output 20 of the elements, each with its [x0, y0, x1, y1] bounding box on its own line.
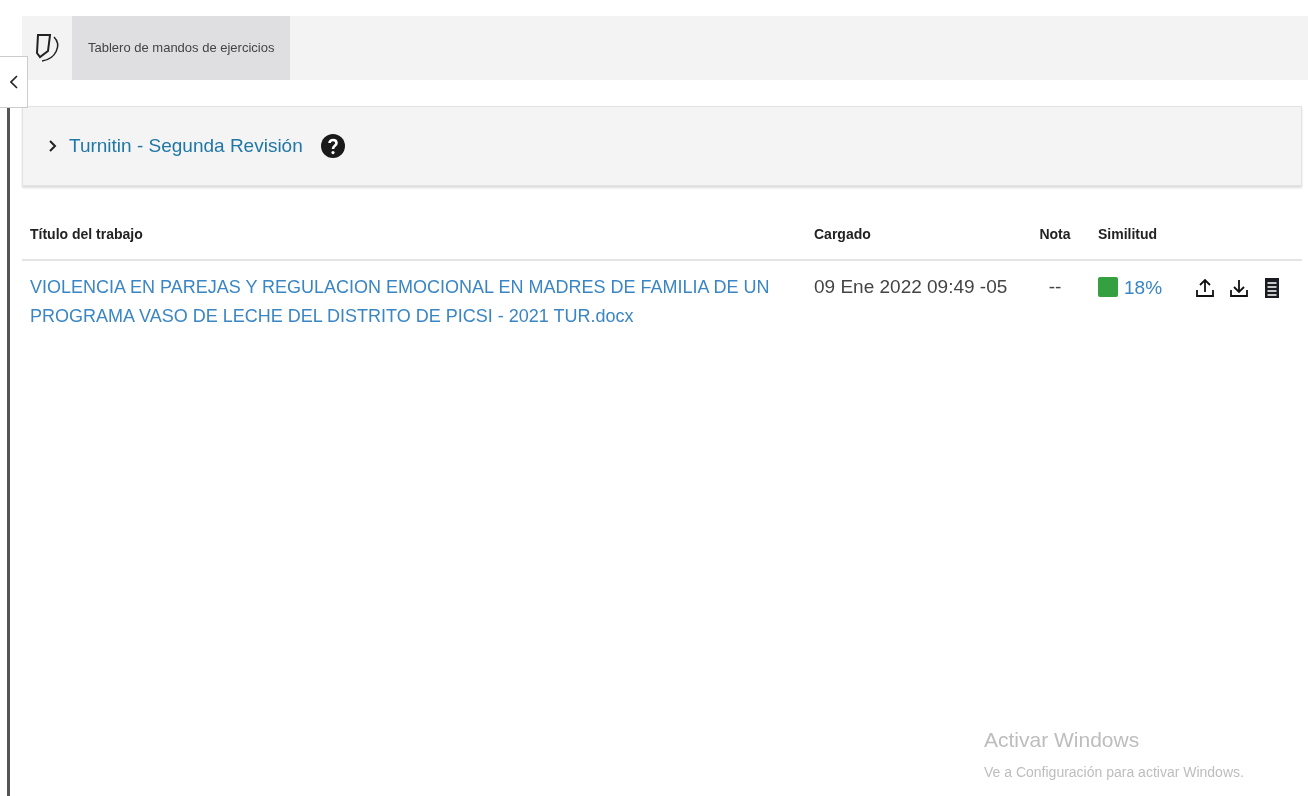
column-header: Cargado — [814, 226, 871, 242]
activation-message: Ve a Configuración para activar Windows. — [984, 762, 1244, 782]
upload-date: 09 Ene 2022 09:49 -05 — [814, 276, 1008, 297]
collapse-button[interactable] — [0, 56, 28, 108]
assignment-link[interactable]: Turnitin - Segunda Revisión — [69, 131, 303, 161]
chevron-left-icon — [9, 75, 18, 89]
nav-tab[interactable]: Tablero de mandos de ejercicios — [72, 16, 291, 80]
column-header: Nota — [1039, 226, 1071, 242]
grade-value: -- — [1048, 276, 1062, 297]
document-icon — [1264, 277, 1280, 299]
column-header: Título del trabajo — [30, 226, 143, 242]
chevron-right-icon[interactable] — [47, 140, 59, 152]
activation-title: Activar Windows — [984, 727, 1140, 753]
download-icon — [1230, 278, 1248, 298]
help-icon[interactable] — [320, 134, 345, 159]
upload-icon — [1196, 278, 1214, 298]
similarity-icon — [1098, 277, 1118, 297]
document-link[interactable]: VIOLENCIA EN PAREJAS Y REGULACION EMOCIONAL EN MADRES DE FAMILIA DE UN PROGRAMA VASO DE LECHE DEL DISTRITO DE PICSI - 2021 TUR.docx — [30, 273, 798, 331]
column-header: Similitud — [1098, 226, 1158, 242]
similarity-link[interactable]: 18% — [1124, 277, 1163, 298]
